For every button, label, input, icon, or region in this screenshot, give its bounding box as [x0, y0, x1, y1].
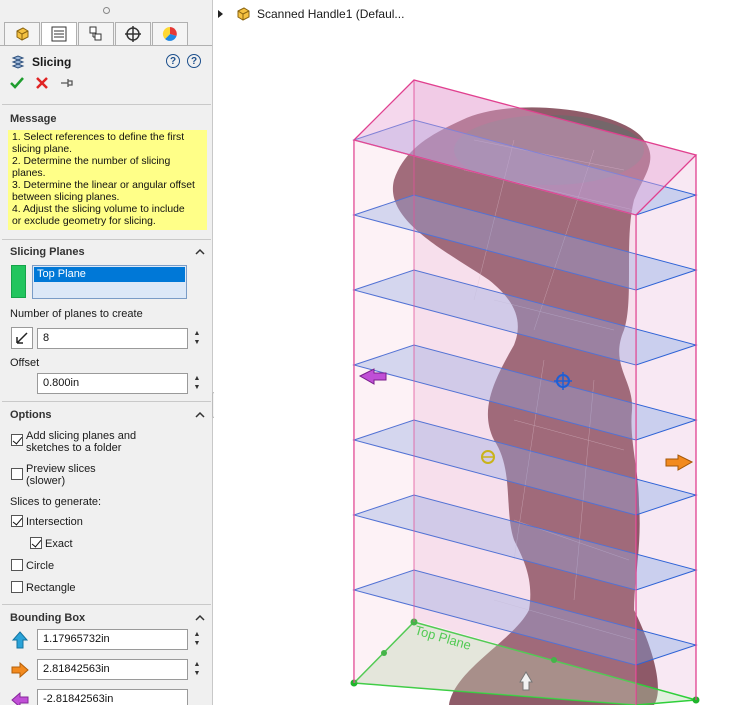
intersection-checkbox[interactable]: [11, 515, 23, 527]
slices-to-generate-label: Slices to generate:: [10, 496, 102, 508]
message-line: 1. Select references to define the first: [12, 132, 185, 143]
section-divider: [2, 104, 211, 105]
add-folder-label: Add slicing planes and sketches to a fol…: [26, 430, 136, 454]
cancel-x-icon[interactable]: [36, 77, 48, 89]
reference-color-swatch: [11, 265, 26, 298]
rectangle-label: Rectangle: [26, 582, 76, 594]
preview-label-line2: (slower): [26, 475, 66, 487]
plane-count-stepper[interactable]: ▲ ▼: [192, 329, 202, 347]
model-scene: Top Plane: [350, 79, 700, 705]
message-line: slicing plane.: [12, 144, 73, 155]
tab-configuration-manager[interactable]: [78, 22, 114, 46]
section-divider: [2, 239, 211, 240]
add-folder-label-line2: sketches to a folder: [26, 442, 122, 454]
add-folder-label-line1: Add slicing planes and: [26, 430, 137, 442]
circle-label: Circle: [26, 560, 55, 572]
preview-slices-label: Preview slices (slower): [26, 463, 96, 487]
circle-checkbox[interactable]: [11, 559, 23, 571]
arrow-left-icon: [11, 691, 29, 705]
rectangle-checkbox[interactable]: [11, 581, 23, 593]
intersection-label: Intersection: [26, 516, 83, 528]
tab-property-manager[interactable]: [41, 22, 77, 46]
section-divider: [2, 401, 211, 402]
message-line: planes.: [12, 168, 46, 179]
manager-tabs: [4, 22, 189, 46]
bbox-top-input[interactable]: 1.17965732in: [37, 629, 188, 650]
ok-check-icon[interactable]: [10, 77, 24, 89]
graphics-viewport[interactable]: Scanned Handle1 (Defaul... Top Plane: [214, 0, 748, 705]
bbox-right-input[interactable]: 2.81842563in: [37, 659, 188, 680]
pushpin-icon[interactable]: [60, 77, 74, 89]
configuration-manager-icon: [89, 26, 102, 41]
offset-label: Offset: [10, 357, 40, 369]
tab-divider: [0, 45, 212, 46]
bbox-front-face: [354, 140, 636, 705]
exact-checkbox[interactable]: [30, 537, 42, 549]
message-line: or exclude geometry for slicing.: [12, 216, 156, 227]
tab-display-manager[interactable]: [152, 22, 188, 46]
page-title: Slicing: [32, 55, 72, 69]
add-folder-checkbox[interactable]: [11, 434, 23, 446]
exact-label: Exact: [45, 538, 73, 550]
preview-slices-checkbox[interactable]: [11, 468, 23, 480]
section-divider: [2, 604, 211, 605]
slicing-feature-icon: [11, 55, 25, 69]
preview-label-line1: Preview slices: [26, 463, 96, 475]
display-manager-icon: [162, 26, 177, 41]
count-arrow-icon: [11, 327, 33, 349]
offset-input[interactable]: 0.800in: [37, 373, 188, 394]
tab-feature-manager[interactable]: [4, 22, 40, 46]
arrow-up-icon: [11, 631, 29, 649]
plane-count-label: Number of planes to create: [10, 308, 143, 320]
diagonal-arrow-icon: [16, 332, 28, 344]
offset-stepper[interactable]: ▲ ▼: [192, 374, 202, 392]
bbox-top-stepper[interactable]: ▲ ▼: [192, 630, 202, 648]
selected-plane-item[interactable]: Top Plane: [34, 267, 185, 282]
confirm-bar: [10, 77, 74, 89]
plane-count-input[interactable]: 8: [37, 328, 188, 349]
options-heading: Options: [10, 409, 52, 421]
collapse-chevron-icon[interactable]: [195, 247, 205, 257]
message-line: 4. Adjust the slicing volume to include: [12, 204, 185, 215]
message-box: 1. Select references to define the first…: [8, 130, 207, 230]
grip-dot-icon: [103, 7, 110, 14]
collapse-chevron-icon[interactable]: [195, 613, 205, 623]
whats-wrong-help-icon[interactable]: ?: [166, 54, 180, 68]
pm-title-bar: Slicing: [10, 52, 71, 72]
arrow-right-icon: [11, 661, 29, 679]
property-manager-panel: Slicing ? ? Message 1. Select references…: [0, 0, 213, 705]
slicing-planes-heading: Slicing Planes: [10, 246, 85, 258]
tab-dimxpert[interactable]: [115, 22, 151, 46]
bounding-box-heading: Bounding Box: [10, 612, 86, 624]
panel-grip[interactable]: [0, 0, 212, 22]
bbox-left-input[interactable]: -2.81842563in: [37, 689, 188, 705]
help-icon[interactable]: ?: [187, 54, 201, 68]
message-line: between slicing planes.: [12, 192, 120, 203]
property-manager-icon: [51, 26, 67, 42]
collapse-chevron-icon[interactable]: [195, 410, 205, 420]
slicing-reference-list[interactable]: Top Plane: [32, 265, 187, 299]
feature-manager-icon: [16, 27, 29, 41]
message-heading: Message: [10, 113, 57, 125]
bbox-right-stepper[interactable]: ▲ ▼: [192, 660, 202, 678]
message-line: 3. Determine the linear or angular offse…: [12, 180, 195, 191]
dimxpert-icon: [125, 26, 141, 42]
message-line: 2. Determine the number of slicing: [12, 156, 171, 167]
